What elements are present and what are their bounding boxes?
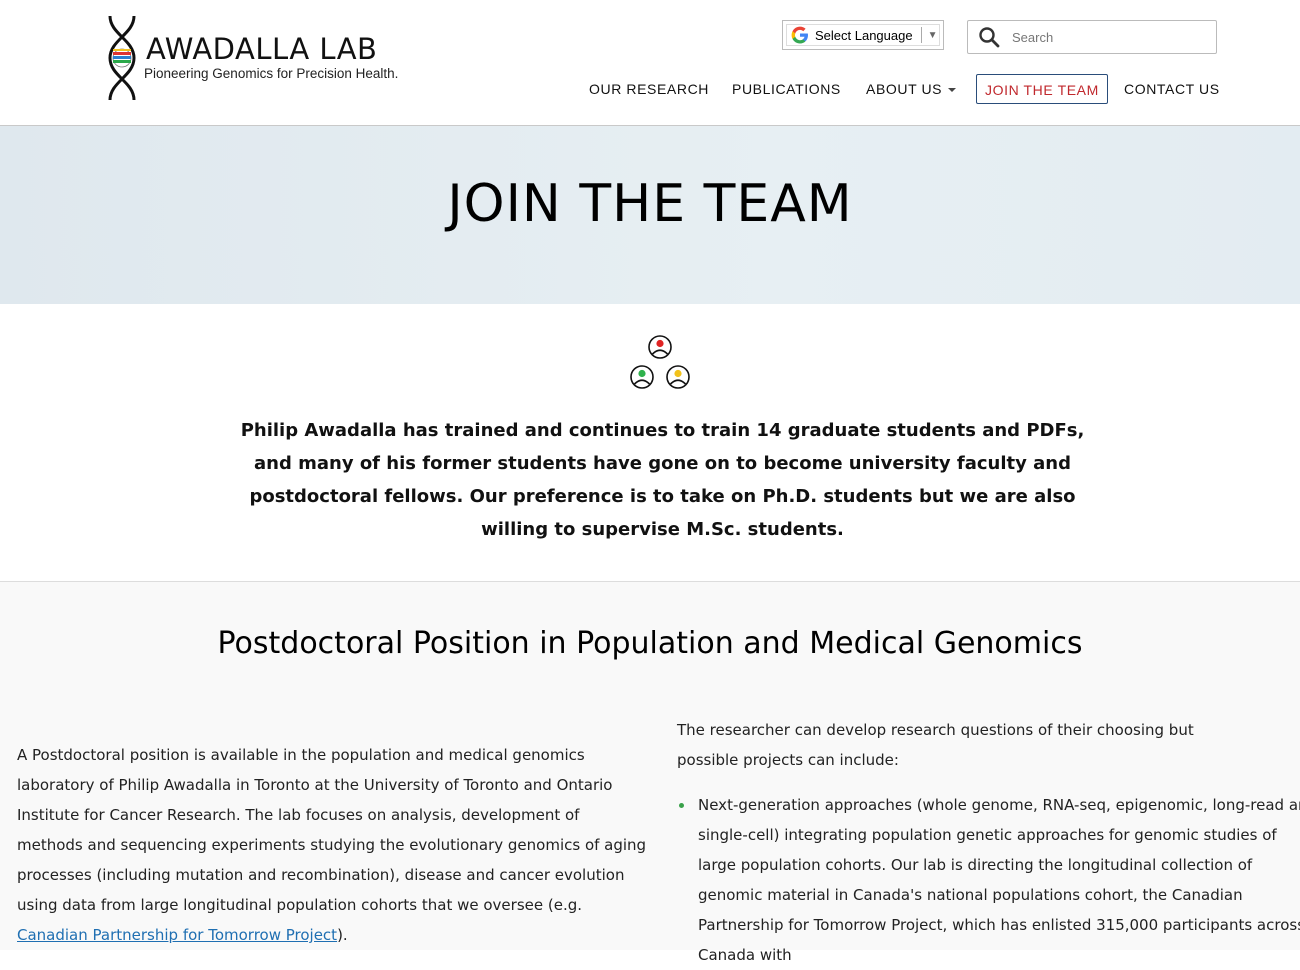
search-input[interactable] — [1010, 28, 1204, 46]
caret-down-icon — [948, 88, 957, 93]
bullet-icon — [679, 803, 684, 808]
nav-about-us[interactable]: ABOUT US — [866, 74, 957, 104]
language-divider — [920, 27, 922, 43]
search-box[interactable] — [967, 20, 1217, 54]
team-people-icon — [630, 335, 690, 389]
position-text-end: ). — [337, 926, 348, 944]
language-select[interactable]: Select Language ▼ — [782, 20, 944, 50]
position-text: A Postdoctoral position is available in … — [17, 746, 647, 914]
main-nav: OUR RESEARCH PUBLICATIONS ABOUT US JOIN … — [0, 74, 1300, 106]
project-text: Next-generation approaches (whole genome… — [698, 796, 1300, 964]
projects-intro: The researcher can develop research ques… — [677, 721, 1194, 769]
hero-banner: JOIN THE TEAM — [0, 126, 1300, 304]
site-header: AWADALLA LAB Pioneering Genomics for Pre… — [0, 0, 1300, 126]
page-title: JOIN THE TEAM — [447, 174, 853, 234]
section-title: Postdoctoral Position in Population and … — [217, 626, 1083, 661]
logo-title: AWADALLA LAB — [146, 32, 378, 66]
position-description: A Postdoctoral position is available in … — [17, 740, 649, 950]
nav-join-the-team[interactable]: JOIN THE TEAM — [976, 74, 1108, 104]
position-section: Postdoctoral Position in Population and … — [0, 582, 1300, 964]
intro-text: Philip Awadalla has trained and continue… — [240, 420, 1085, 540]
nav-publications[interactable]: PUBLICATIONS — [732, 74, 841, 104]
list-item: Next-generation approaches (whole genome… — [677, 790, 1300, 970]
nav-about-us-label: ABOUT US — [866, 81, 943, 97]
dropdown-arrow-icon: ▼ — [927, 29, 938, 41]
projects-list: Next-generation approaches (whole genome… — [677, 790, 1300, 970]
nav-contact-us[interactable]: CONTACT US — [1124, 74, 1220, 104]
cptp-link[interactable]: Canadian Partnership for Tomorrow Projec… — [17, 926, 337, 944]
language-label: Select Language — [815, 27, 913, 43]
intro-section: Philip Awadalla has trained and continue… — [0, 304, 1300, 582]
nav-our-research[interactable]: OUR RESEARCH — [589, 74, 709, 104]
projects-column: The researcher can develop research ques… — [677, 715, 1300, 970]
google-g-icon — [791, 26, 808, 44]
search-icon — [979, 27, 1000, 48]
